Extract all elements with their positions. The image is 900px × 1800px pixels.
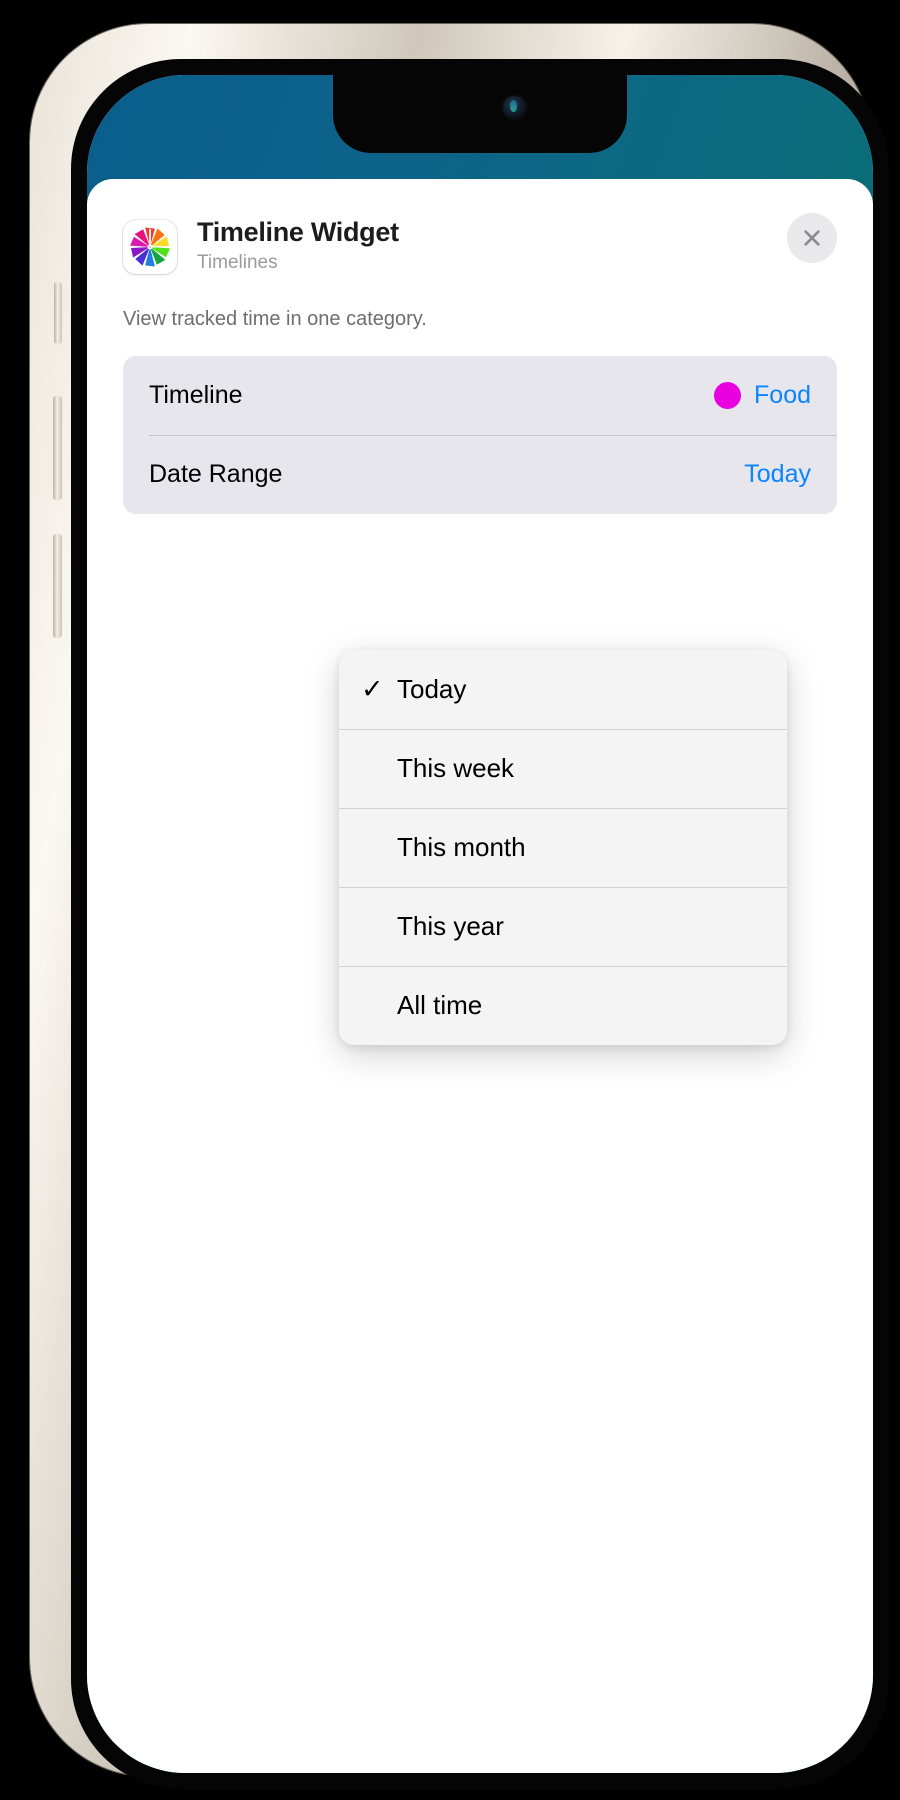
phone-screen: Timeline Widget Timelines View tracked t…: [87, 75, 873, 1773]
settings-card: Timeline Food Date Range Today: [123, 356, 837, 514]
setting-value-timeline[interactable]: Food: [714, 381, 811, 410]
menu-item-label: This year: [397, 911, 504, 941]
app-subtitle: Timelines: [197, 252, 278, 274]
menu-item-label: All time: [397, 990, 483, 1020]
check-icon: ✓: [361, 674, 384, 704]
setting-value-date-range[interactable]: Today: [744, 460, 811, 489]
sheet-description: View tracked time in one category.: [123, 308, 427, 330]
menu-item-all-time[interactable]: All time: [339, 966, 787, 1045]
page-title: Timeline Widget: [197, 217, 399, 247]
menu-item-this-month[interactable]: This month: [339, 808, 787, 887]
menu-item-this-year[interactable]: This year: [339, 887, 787, 966]
sheet-title-group: Timeline Widget Timelines: [197, 217, 399, 274]
setting-value-timeline-text: Food: [754, 381, 811, 409]
screenshot-stage: Timeline Widget Timelines View tracked t…: [0, 0, 900, 1800]
date-range-dropdown-menu: ✓ Today This week This month This year A…: [339, 650, 787, 1045]
category-color-dot: [714, 382, 742, 409]
setting-row-date-range[interactable]: Date Range Today: [123, 435, 837, 514]
setting-label-timeline: Timeline: [149, 381, 243, 409]
menu-item-today[interactable]: ✓ Today: [339, 650, 787, 729]
setting-row-timeline[interactable]: Timeline Food: [123, 356, 837, 435]
setting-label-date-range: Date Range: [149, 460, 283, 488]
close-button[interactable]: [787, 213, 837, 263]
mute-switch-button[interactable]: [54, 282, 62, 344]
notch: [333, 75, 627, 153]
close-icon: [804, 230, 820, 246]
volume-down-button[interactable]: [53, 534, 62, 638]
menu-item-label: This week: [397, 753, 515, 783]
sheet-header: Timeline Widget Timelines: [87, 179, 873, 274]
setting-value-date-range-text: Today: [744, 460, 811, 488]
phone-frame: Timeline Widget Timelines View tracked t…: [30, 24, 889, 1789]
volume-up-button[interactable]: [53, 396, 62, 500]
menu-item-label: Today: [397, 674, 467, 704]
front-camera-icon: [501, 94, 528, 121]
timelines-pinwheel-icon: [123, 220, 177, 274]
menu-item-label: This month: [397, 832, 526, 862]
menu-item-this-week[interactable]: This week: [339, 729, 787, 808]
